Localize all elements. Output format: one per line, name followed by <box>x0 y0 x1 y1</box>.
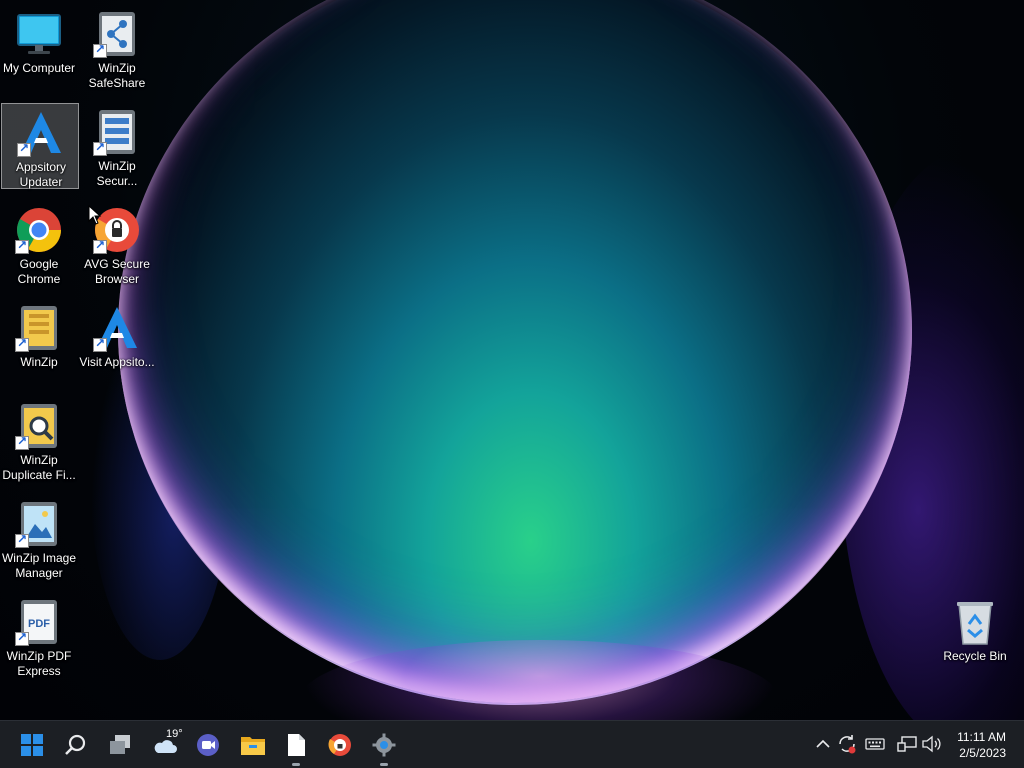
avg-browser-taskbar-icon <box>328 734 351 756</box>
search-icon <box>65 734 86 755</box>
desktop-icon-label: WinZip SafeShare <box>88 61 146 90</box>
shortcut-arrow-icon <box>15 532 29 548</box>
shortcut-arrow-icon <box>93 140 107 156</box>
desktop-icon-label: WinZip Secur... <box>96 159 138 188</box>
shortcut-arrow-icon <box>93 238 107 254</box>
desktop-icon-label: Appsitory Updater <box>15 160 67 189</box>
weather-temperature: 19° <box>166 728 183 740</box>
meet-button[interactable] <box>190 727 226 763</box>
desktop-icon-winzip-image-manager[interactable]: WinZip Image Manager <box>0 495 78 581</box>
meet-video-icon <box>197 734 219 756</box>
desktop-icon-label: WinZip PDF Express <box>6 649 72 678</box>
appsitory-icon <box>17 109 65 157</box>
desktop-icon-winzip-duplicate-finder[interactable]: WinZip Duplicate Fi... <box>0 397 78 483</box>
start-button[interactable] <box>14 727 50 763</box>
desktop-icon-label: Google Chrome <box>17 257 61 286</box>
shortcut-arrow-icon <box>93 336 107 352</box>
avg-browser-button[interactable] <box>322 727 358 763</box>
settings-button[interactable] <box>366 727 402 766</box>
desktop-icon-label: WinZip Image Manager <box>1 551 77 580</box>
recycle-bin-icon <box>951 598 999 646</box>
desktop-icon-visit-appsitory[interactable]: Visit Appsito... <box>78 299 156 385</box>
appsitory-icon <box>93 304 141 352</box>
shortcut-arrow-icon <box>15 238 29 254</box>
desktop-icon-winzip-pdf-express[interactable]: PDF WinZip PDF Express <box>0 593 78 679</box>
sync-status-button[interactable] <box>836 733 858 755</box>
shortcut-arrow-icon <box>17 141 31 157</box>
search-button[interactable] <box>58 727 94 763</box>
mouse-cursor-icon <box>88 205 102 225</box>
network-button[interactable] <box>896 733 918 755</box>
chrome-icon <box>15 206 63 254</box>
desktop-icon-label: Visit Appsito... <box>79 355 155 369</box>
show-hidden-icons-button[interactable] <box>812 733 834 755</box>
desktop-icon-label: My Computer <box>2 61 76 75</box>
desktop-icon-my-computer[interactable]: My Computer <box>0 5 78 91</box>
task-view-icon <box>110 735 130 754</box>
svg-text:PDF: PDF <box>28 618 50 630</box>
desktop-icon-winzip-secure[interactable]: WinZip Secur... <box>78 103 156 189</box>
desktop-icon-label: WinZip <box>20 355 58 369</box>
shortcut-arrow-icon <box>93 42 107 58</box>
desktop-icon-label: AVG Secure Browser <box>84 257 150 286</box>
shortcut-arrow-icon <box>15 336 29 352</box>
folder-icon <box>241 737 265 755</box>
keyboard-button[interactable] <box>864 733 886 755</box>
desktop-icon-winzip[interactable]: WinZip <box>0 299 78 385</box>
winzip-duplicate-finder-icon <box>15 402 63 450</box>
task-view-button[interactable] <box>102 727 138 763</box>
running-indicator <box>380 763 388 766</box>
desktop-icon-google-chrome[interactable]: Google Chrome <box>0 201 78 287</box>
keyboard-icon <box>865 738 885 750</box>
taskbar: 19° 11:11 AM 2/5/2023 <box>0 720 1024 768</box>
desktop-icon-label: WinZip Duplicate Fi... <box>2 453 76 482</box>
windows-start-icon <box>21 734 43 756</box>
desktop-icon-winzip-safeshare[interactable]: WinZip SafeShare <box>78 5 156 91</box>
desktop-icon-label: Recycle Bin <box>943 649 1007 663</box>
winzip-image-manager-icon <box>15 500 63 548</box>
clock-date: 2/5/2023 <box>959 746 1006 760</box>
notepad-button[interactable] <box>278 727 314 766</box>
monitor-icon <box>15 10 63 58</box>
shortcut-arrow-icon <box>15 434 29 450</box>
chevron-up-icon <box>816 739 830 748</box>
running-indicator <box>292 763 300 766</box>
file-explorer-button[interactable] <box>234 727 270 763</box>
weather-widget[interactable]: 19° <box>146 727 186 763</box>
clock-time: 11:11 AM <box>957 730 1006 744</box>
volume-icon <box>922 735 941 753</box>
system-clock[interactable]: 11:11 AM 2/5/2023 <box>946 729 1006 761</box>
winzip-safeshare-icon <box>93 10 141 58</box>
network-icon <box>897 736 917 752</box>
document-icon <box>288 734 305 756</box>
shortcut-arrow-icon <box>15 630 29 646</box>
winzip-secure-icon <box>93 108 141 156</box>
sync-alert-icon <box>839 735 856 754</box>
winzip-pdf-express-icon: PDF <box>15 598 63 646</box>
desktop-icon-recycle-bin[interactable]: Recycle Bin <box>936 593 1014 679</box>
volume-button[interactable] <box>920 733 942 755</box>
winzip-icon <box>15 304 63 352</box>
gear-icon <box>372 733 396 757</box>
desktop-icon-appsitory-updater[interactable]: Appsitory Updater <box>1 103 79 189</box>
